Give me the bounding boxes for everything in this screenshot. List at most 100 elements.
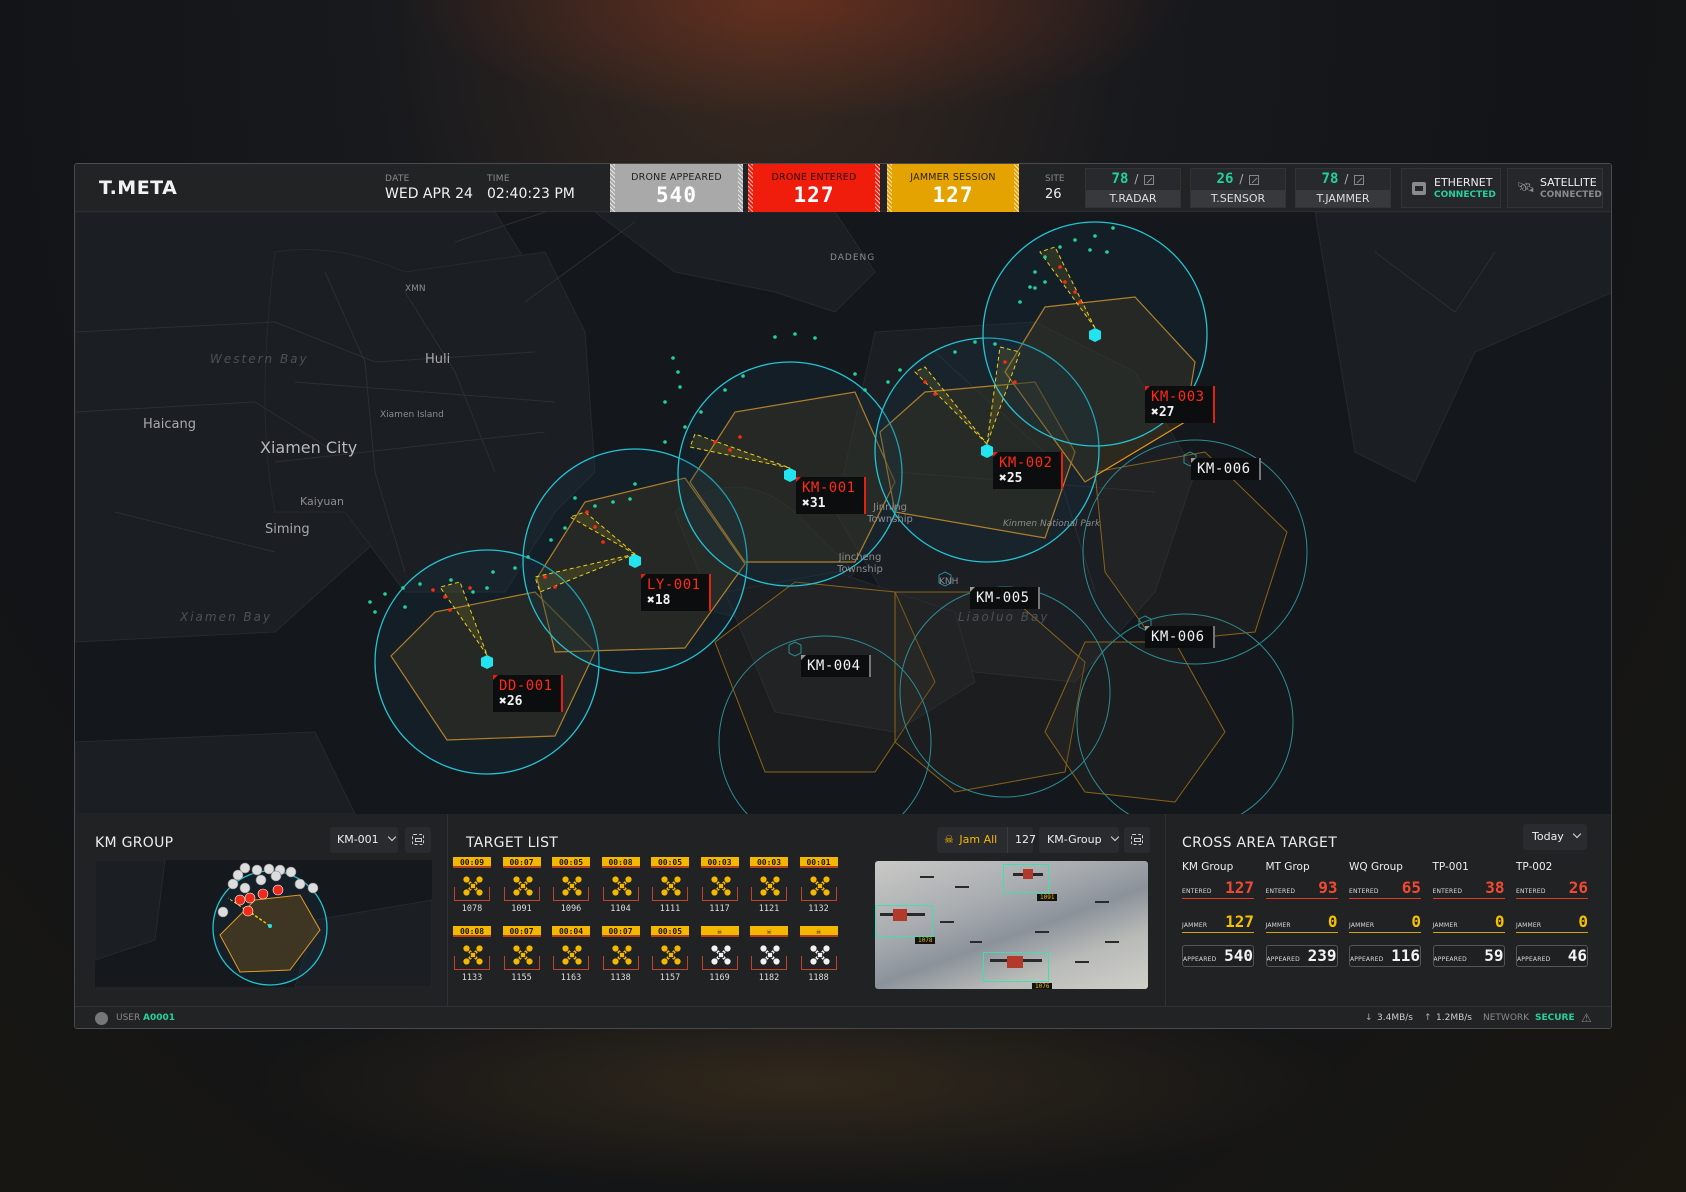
zone-id: LY-001 — [647, 577, 701, 593]
ethernet-status[interactable]: ETHERNET CONNECTED — [1401, 168, 1501, 208]
drone-icon — [660, 944, 682, 966]
chevron-down-icon — [1572, 829, 1582, 839]
row-label: APPEARED — [1350, 956, 1384, 963]
group-name: KM Group — [1182, 861, 1234, 873]
connection-status: CONNECTED — [1540, 190, 1602, 200]
zone-tag-km-002[interactable]: KM-002 ✖25 — [993, 452, 1063, 489]
appeared-row: APPEARED 540 — [1182, 945, 1254, 967]
stat-drone-appeared[interactable]: DRONE APPEARED 540 — [610, 164, 743, 212]
network-status: SECURE — [1535, 1013, 1575, 1023]
target-item[interactable]: 00:05 1157 — [651, 926, 691, 992]
entered-row: ENTERED 38 — [1432, 877, 1505, 899]
km-group-minimap[interactable] — [95, 860, 432, 987]
target-group-selected: KM-Group — [1047, 833, 1102, 846]
target-item[interactable]: 00:09 1078 — [453, 857, 493, 923]
jammer-value: 0 — [1578, 912, 1588, 931]
zone-tag-km-003[interactable]: KM-003 ✖27 — [1145, 386, 1215, 423]
cross-area-group[interactable]: KM Group ENTERED 127 JAMMER 127 APPEARED 540 — [1182, 861, 1254, 967]
target-item[interactable]: ☠ 1182 — [750, 926, 790, 992]
zone-tag-dd-001[interactable]: DD-001 ✖26 — [493, 675, 563, 712]
network-label: NETWORK — [1483, 1013, 1530, 1023]
zone-tag-ly-001[interactable]: LY-001 ✖18 — [641, 574, 711, 611]
entered-value: 93 — [1318, 878, 1338, 897]
zone-tag-km-005[interactable]: KM-005 — [970, 587, 1040, 609]
zone-id: KM-003 — [1151, 389, 1205, 405]
target-item[interactable]: 00:07 1138 — [601, 926, 642, 992]
target-timer: 00:07 — [502, 926, 541, 937]
map-label-haicang: Haicang — [143, 417, 196, 432]
target-item[interactable]: 00:05 1111 — [651, 857, 691, 923]
target-item[interactable]: 00:03 1121 — [750, 857, 790, 923]
period-select[interactable]: Today — [1523, 824, 1587, 850]
target-group-select[interactable]: KM-Group — [1039, 827, 1119, 853]
target-item[interactable]: 00:07 1091 — [502, 857, 543, 923]
jammer-row: JAMMER 0 — [1265, 911, 1338, 933]
jammer-value: 127 — [1225, 912, 1254, 931]
date-field: DATE WED APR 24 — [385, 174, 473, 202]
target-item[interactable]: 00:07 1155 — [502, 926, 543, 992]
warning-icon[interactable]: ⚠ — [1581, 1011, 1592, 1025]
separator: / — [1134, 172, 1139, 186]
jam-count: 127 — [1007, 827, 1036, 853]
appeared-value: 46 — [1567, 946, 1587, 965]
device-count: 26 — [1216, 171, 1234, 187]
target-item[interactable]: 00:01 1132 — [799, 857, 840, 923]
cross-area-group[interactable]: MT Grop ENTERED 93 JAMMER 0 APPEARED 239 — [1265, 861, 1338, 967]
row-label: JAMMER — [1516, 922, 1542, 929]
zone-tag-km-006b[interactable]: KM-006 — [1145, 626, 1215, 648]
cross-area-group[interactable]: WQ Group ENTERED 65 JAMMER 0 APPEARED 116 — [1349, 861, 1421, 967]
zone-tag-km-006[interactable]: KM-006 — [1191, 458, 1261, 480]
focus-frame-icon — [412, 834, 424, 845]
target-item[interactable]: ☠ 1169 — [700, 926, 741, 992]
map-label-xiamen-city: Xiamen City — [260, 438, 358, 457]
target-item[interactable]: ☠ 1188 — [799, 926, 840, 992]
target-item[interactable]: 00:05 1096 — [552, 857, 592, 923]
map-label-xmn: XMN — [405, 284, 426, 294]
user-avatar-icon[interactable] — [95, 1012, 108, 1025]
device-jammer[interactable]: 78 / T.JAMMER — [1295, 168, 1391, 208]
target-id: 1157 — [659, 973, 681, 983]
map-label-liaoluo-bay: Liaoluo Bay — [958, 610, 1050, 624]
cross-area-group[interactable]: TP-002 ENTERED 26 JAMMER 0 APPEARED 46 — [1516, 861, 1588, 967]
site-km-001-icon — [784, 468, 796, 482]
target-item[interactable]: 00:08 1104 — [601, 857, 642, 923]
target-item[interactable]: 00:04 1163 — [552, 926, 592, 992]
device-count: 78 — [1111, 171, 1129, 187]
target-fit-button[interactable] — [1124, 827, 1150, 853]
km-group-select[interactable]: KM-001 — [330, 827, 398, 853]
map-label-kinmen-park: Kinmen National Park — [1003, 519, 1101, 529]
zone-id: KM-006 — [1197, 461, 1251, 477]
km-group-fit-button[interactable] — [405, 827, 431, 853]
cross-area-group[interactable]: TP-001 ENTERED 38 JAMMER 0 APPEARED 59 — [1432, 861, 1505, 967]
target-item[interactable]: 00:03 1117 — [700, 857, 741, 923]
land-south — [75, 731, 356, 814]
map-label-xiamen-island: Xiamen Island — [380, 410, 444, 420]
zone-id: KM-001 — [802, 480, 856, 496]
row-label: APPEARED — [1266, 956, 1300, 963]
target-item[interactable]: 00:08 1133 — [453, 926, 493, 992]
stat-jammer-session[interactable]: JAMMER SESSION 127 — [887, 164, 1019, 212]
disabled-icon — [1354, 174, 1365, 185]
zone-tag-km-001[interactable]: KM-001 ✖31 — [796, 477, 866, 514]
zone-tag-km-004[interactable]: KM-004 — [801, 655, 871, 677]
satellite-icon: 🛰 — [1517, 180, 1535, 196]
entered-value: 127 — [1225, 878, 1254, 897]
drone-icon — [611, 944, 633, 966]
device-sensor[interactable]: 26 / T.SENSOR — [1190, 168, 1286, 208]
target-timer: 00:04 — [552, 926, 590, 937]
user-id: A0001 — [143, 1013, 176, 1023]
drone-icon — [462, 944, 484, 966]
stat-drone-entered[interactable]: DRONE ENTERED 127 — [748, 164, 880, 212]
stat-label: DRONE ENTERED — [771, 172, 857, 183]
camera-feed[interactable]: 1091 1078 1076 — [875, 861, 1148, 989]
target-timer: 00:08 — [601, 857, 640, 868]
zone-count: ✖31 — [802, 496, 826, 511]
satellite-status[interactable]: 🛰 SATELLITE CONNECTED — [1507, 168, 1603, 208]
jam-all-button[interactable]: ☠ Jam All 127 — [937, 827, 1036, 853]
connection-name: ETHERNET — [1434, 176, 1493, 189]
download-icon: ↓ — [1365, 1013, 1373, 1023]
map-label-siming: Siming — [265, 522, 310, 537]
period-selected: Today — [1532, 830, 1564, 843]
device-radar[interactable]: 78 / T.RADAR — [1085, 168, 1181, 208]
map-view[interactable]: XMN Huli Western Bay Haicang Xiamen Isla… — [75, 212, 1611, 814]
